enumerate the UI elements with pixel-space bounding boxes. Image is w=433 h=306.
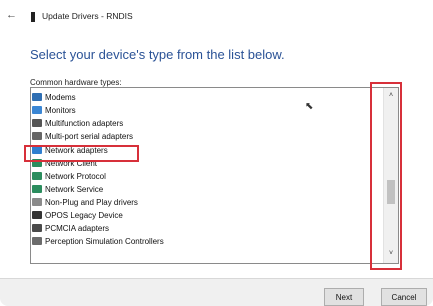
list-item[interactable]: PCMCIA adapters bbox=[32, 222, 362, 234]
update-drivers-window: ← Update Drivers - RNDIS Select your dev… bbox=[0, 0, 433, 306]
perception-controller-icon bbox=[32, 237, 42, 245]
window-title: Update Drivers - RNDIS bbox=[42, 11, 133, 21]
opos-icon bbox=[32, 211, 42, 219]
list-item[interactable]: Network Protocol bbox=[32, 170, 362, 182]
list-item[interactable]: Perception Simulation Controllers bbox=[32, 235, 362, 247]
modem-icon bbox=[32, 93, 42, 101]
list-item[interactable]: Multi-port serial adapters bbox=[32, 130, 362, 142]
multifunction-adapter-icon bbox=[32, 119, 42, 127]
hardware-type-list[interactable]: Modems Monitors Multifunction adapters M… bbox=[30, 87, 399, 264]
page-heading: Select your device's type from the list … bbox=[30, 47, 285, 62]
monitor-icon bbox=[32, 106, 42, 114]
network-service-icon bbox=[32, 185, 42, 193]
back-arrow-icon[interactable]: ← bbox=[6, 9, 17, 21]
driver-icon bbox=[32, 198, 42, 206]
list-item[interactable]: Network Service bbox=[32, 183, 362, 195]
device-icon bbox=[31, 12, 35, 22]
list-item[interactable]: Multifunction adapters bbox=[32, 117, 362, 129]
mouse-pointer-icon: ⬉ bbox=[305, 101, 314, 112]
cancel-button[interactable]: Cancel bbox=[381, 288, 427, 306]
list-item[interactable]: OPOS Legacy Device bbox=[32, 209, 362, 221]
title-bar: ← Update Drivers - RNDIS bbox=[0, 0, 433, 30]
next-button[interactable]: Next bbox=[324, 288, 364, 306]
network-adapters-highlight-box bbox=[24, 145, 139, 162]
dialog-footer bbox=[0, 278, 433, 306]
list-label: Common hardware types: bbox=[30, 78, 122, 87]
network-protocol-icon bbox=[32, 172, 42, 180]
serial-adapter-icon bbox=[32, 132, 42, 140]
scrollbar-highlight-box bbox=[370, 82, 402, 270]
list-item[interactable]: Non-Plug and Play drivers bbox=[32, 196, 362, 208]
pcmcia-icon bbox=[32, 224, 42, 232]
